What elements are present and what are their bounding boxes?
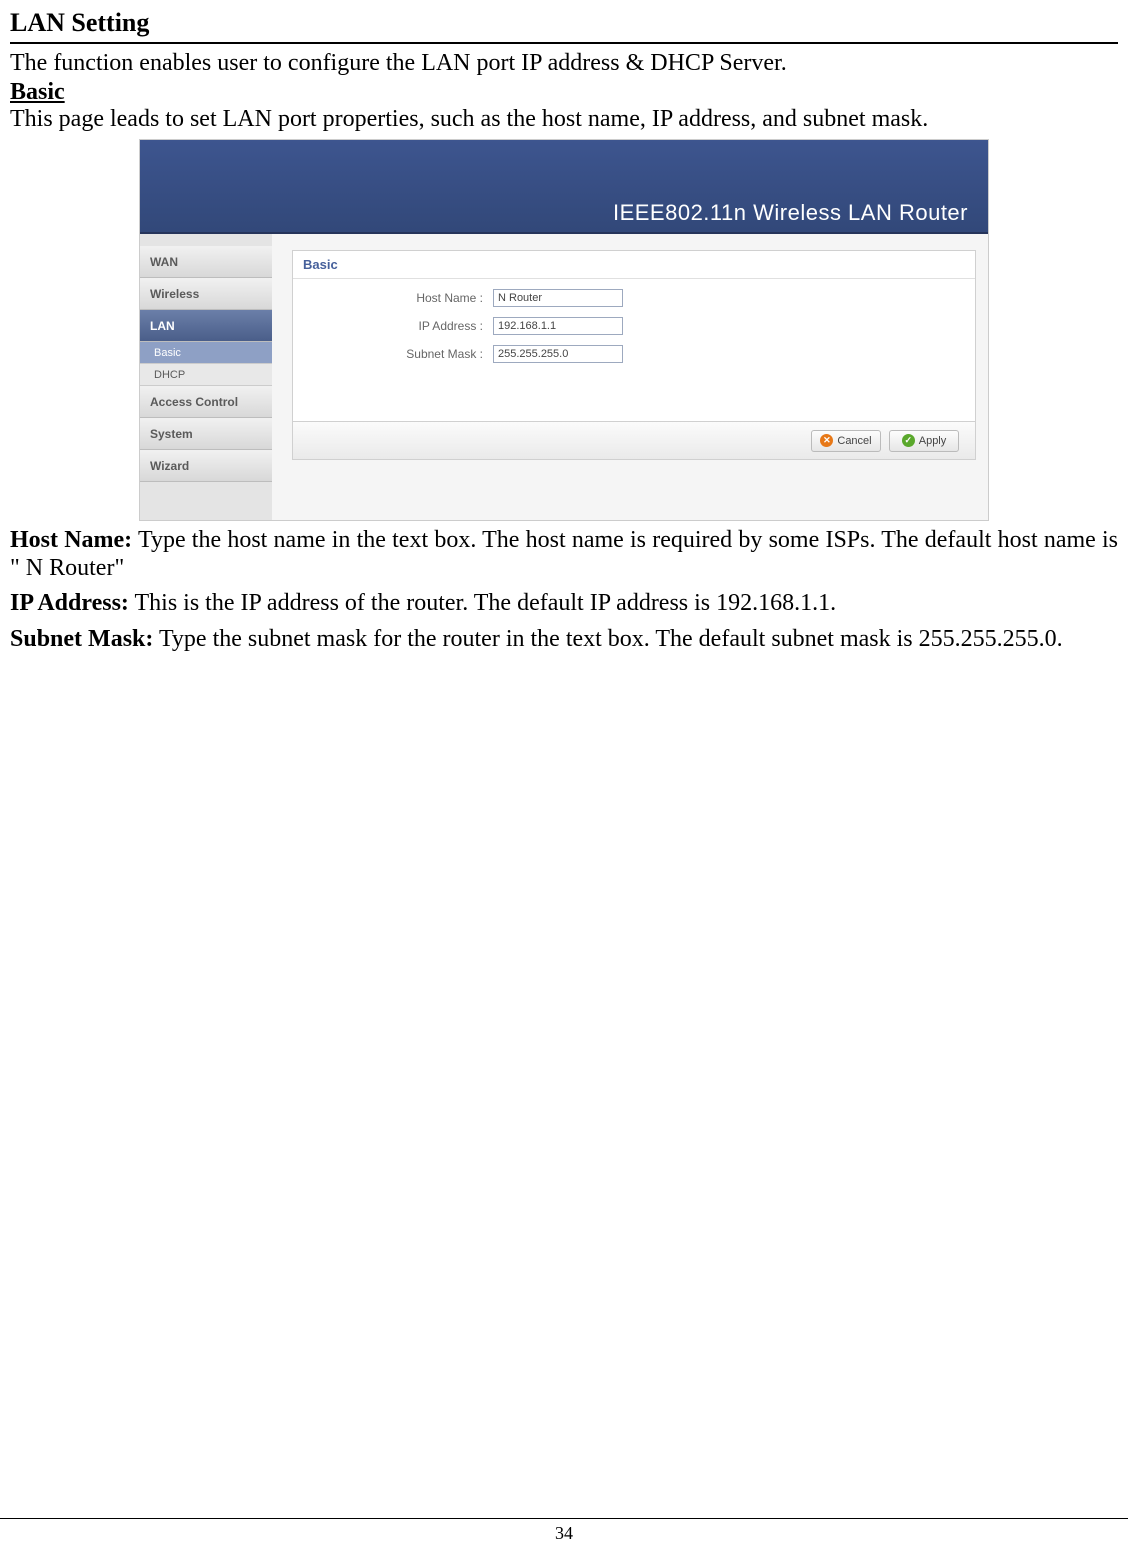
def-subnetmask-text: Type the subnet mask for the router in t… <box>153 626 1062 652</box>
banner-title: IEEE802.11n Wireless LAN Router <box>613 200 968 226</box>
sidebar-item-label: Access Control <box>150 395 238 409</box>
sidebar-item-wireless[interactable]: Wireless <box>140 278 272 310</box>
sidebar-subitem-basic[interactable]: Basic <box>140 342 272 364</box>
def-ipaddress-label: IP Address: <box>10 590 129 616</box>
form-row-ipaddress: IP Address : <box>293 317 975 335</box>
def-ipaddress: IP Address: This is the IP address of th… <box>10 590 1118 618</box>
router-banner: IEEE802.11n Wireless LAN Router <box>140 140 988 234</box>
intro-text: The function enables user to configure t… <box>10 50 1118 77</box>
sidebar-item-wan[interactable]: WAN <box>140 246 272 278</box>
label-ipaddress: IP Address : <box>293 319 493 333</box>
form-row-subnetmask: Subnet Mask : <box>293 345 975 363</box>
sidebar-item-label: System <box>150 427 193 441</box>
cancel-icon: ✕ <box>820 434 833 447</box>
def-subnetmask: Subnet Mask: Type the subnet mask for th… <box>10 626 1118 654</box>
label-hostname: Host Name : <box>293 291 493 305</box>
input-hostname[interactable] <box>493 289 623 307</box>
def-subnetmask-label: Subnet Mask: <box>10 626 153 652</box>
def-ipaddress-text: This is the IP address of the router. Th… <box>129 590 836 616</box>
router-admin-screenshot: IEEE802.11n Wireless LAN Router WAN Wire… <box>139 139 989 521</box>
sidebar-item-system[interactable]: System <box>140 418 272 450</box>
app-body: WAN Wireless LAN Basic DHCP Access Contr… <box>140 234 988 520</box>
sidebar-item-label: Wizard <box>150 459 189 473</box>
sidebar-subitem-dhcp[interactable]: DHCP <box>140 364 272 386</box>
apply-icon: ✓ <box>902 434 915 447</box>
sidebar-item-access-control[interactable]: Access Control <box>140 386 272 418</box>
def-hostname-label: Host Name: <box>10 527 132 553</box>
input-subnetmask[interactable] <box>493 345 623 363</box>
input-ipaddress[interactable] <box>493 317 623 335</box>
sidebar-subitem-label: Basic <box>154 347 181 359</box>
cancel-label: Cancel <box>837 435 871 447</box>
basic-panel: Basic Host Name : IP Address : Subnet Ma… <box>292 250 976 460</box>
def-hostname-text: Type the host name in the text box. The … <box>10 527 1118 581</box>
apply-button[interactable]: ✓ Apply <box>889 430 959 452</box>
page-number: 34 <box>0 1518 1128 1544</box>
sidebar-item-label: WAN <box>150 255 178 269</box>
cancel-button[interactable]: ✕ Cancel <box>811 430 881 452</box>
page-title: LAN Setting <box>10 8 1118 44</box>
form-row-hostname: Host Name : <box>293 289 975 307</box>
label-subnetmask: Subnet Mask : <box>293 347 493 361</box>
sidebar-item-label: Wireless <box>150 287 199 301</box>
panel-title: Basic <box>293 251 975 279</box>
sub-desc: This page leads to set LAN port properti… <box>10 106 1118 133</box>
main-area: Basic Host Name : IP Address : Subnet Ma… <box>272 234 988 520</box>
button-row: ✕ Cancel ✓ Apply <box>293 421 975 459</box>
sidebar-item-label: LAN <box>150 319 175 333</box>
sidebar: WAN Wireless LAN Basic DHCP Access Contr… <box>140 234 272 520</box>
apply-label: Apply <box>919 435 947 447</box>
sub-heading: Basic <box>10 79 1118 106</box>
sidebar-item-lan[interactable]: LAN <box>140 310 272 342</box>
def-hostname: Host Name: Type the host name in the tex… <box>10 527 1118 582</box>
sidebar-item-wizard[interactable]: Wizard <box>140 450 272 482</box>
sidebar-subitem-label: DHCP <box>154 369 185 381</box>
